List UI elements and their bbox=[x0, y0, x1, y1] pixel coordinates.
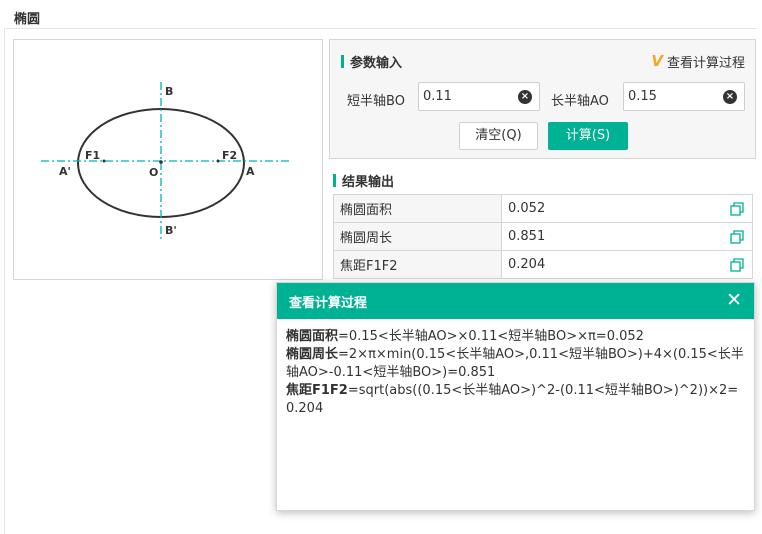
vp-logo-icon: V bbox=[651, 52, 663, 70]
output-section-title: 结果输出 bbox=[342, 175, 395, 190]
result-table: 椭圆面积 0.052 椭圆周长 0.851 焦距F1F2 0.204 bbox=[333, 194, 753, 279]
view-process-label: 查看计算过程 bbox=[666, 56, 745, 71]
process-term: 焦距F1F2 bbox=[286, 383, 348, 398]
page-title: 椭圆 bbox=[14, 12, 41, 27]
long-axis-field: × bbox=[623, 82, 745, 111]
clear-short-axis-icon[interactable]: × bbox=[518, 90, 532, 104]
copy-icon[interactable] bbox=[730, 202, 744, 216]
modal-header: 查看计算过程 ✕ bbox=[277, 283, 754, 319]
short-axis-field: × bbox=[418, 82, 540, 111]
result-value-focal-text: 0.204 bbox=[508, 257, 546, 272]
modal-body: 椭圆面积=0.15<长半轴AO>×0.11<短半轴BO>×π=0.052 椭圆周… bbox=[286, 328, 746, 418]
long-axis-input[interactable] bbox=[624, 83, 720, 110]
clear-long-axis-icon[interactable]: × bbox=[723, 90, 737, 104]
process-line-area: 椭圆面积=0.15<长半轴AO>×0.11<短半轴BO>×π=0.052 bbox=[286, 328, 746, 346]
clear-button[interactable]: 清空(Q) bbox=[459, 122, 538, 150]
result-label-area: 椭圆面积 bbox=[333, 194, 502, 223]
result-value-focal: 0.204 bbox=[501, 250, 753, 279]
label-o: O bbox=[149, 166, 158, 179]
focus-point-f2 bbox=[216, 159, 220, 163]
long-axis-label: 长半轴AO bbox=[551, 94, 609, 109]
label-b: B bbox=[165, 85, 173, 98]
copy-icon[interactable] bbox=[730, 230, 744, 244]
center-point bbox=[159, 160, 163, 164]
short-axis-input[interactable] bbox=[419, 83, 515, 110]
focus-point-f1 bbox=[102, 159, 106, 163]
process-formula: =2×π×min(0.15<长半轴AO>,0.11<短半轴BO>)+4×(0.1… bbox=[286, 347, 744, 380]
table-row: 椭圆面积 0.052 bbox=[333, 194, 753, 223]
close-icon[interactable]: ✕ bbox=[726, 290, 742, 310]
result-label-focal: 焦距F1F2 bbox=[333, 250, 502, 279]
label-f1: F1 bbox=[85, 149, 100, 162]
label-a: A bbox=[246, 165, 255, 178]
input-section-title: 参数输入 bbox=[350, 56, 403, 71]
table-row: 椭圆周长 0.851 bbox=[333, 222, 753, 251]
short-axis-label: 短半轴BO bbox=[347, 94, 405, 109]
modal-title: 查看计算过程 bbox=[289, 296, 368, 311]
output-section-marker bbox=[333, 174, 336, 187]
process-line-focal: 焦距F1F2=sqrt(abs((0.15<长半轴AO>)^2-(0.11<短半… bbox=[286, 382, 746, 418]
calculation-process-modal: 查看计算过程 ✕ 椭圆面积=0.15<长半轴AO>×0.11<短半轴BO>×π=… bbox=[276, 282, 755, 511]
result-value-perimeter: 0.851 bbox=[501, 222, 753, 251]
copy-icon[interactable] bbox=[730, 258, 744, 272]
process-formula: =sqrt(abs((0.15<长半轴AO>)^2-(0.11<短半轴BO>)^… bbox=[286, 383, 739, 416]
result-value-perimeter-text: 0.851 bbox=[508, 229, 546, 244]
title-divider bbox=[6, 28, 756, 29]
label-a-prime: A' bbox=[59, 165, 71, 178]
view-process-link[interactable]: V 查看计算过程 bbox=[651, 52, 745, 72]
process-term: 椭圆面积 bbox=[286, 329, 339, 344]
result-label-perimeter: 椭圆周长 bbox=[333, 222, 502, 251]
parameter-input-panel: 参数输入 V 查看计算过程 短半轴BO × 长半轴AO × 清空(Q) 计算(S… bbox=[329, 39, 756, 159]
process-term: 椭圆周长 bbox=[286, 347, 339, 362]
table-row: 焦距F1F2 0.204 bbox=[333, 250, 753, 279]
label-f2: F2 bbox=[222, 149, 237, 162]
label-b-prime: B' bbox=[165, 224, 177, 237]
process-line-perimeter: 椭圆周长=2×π×min(0.15<长半轴AO>,0.11<短半轴BO>)+4×… bbox=[286, 346, 746, 382]
process-formula: =0.15<长半轴AO>×0.11<短半轴BO>×π=0.052 bbox=[338, 329, 644, 344]
left-divider bbox=[4, 28, 5, 534]
calculate-button[interactable]: 计算(S) bbox=[548, 122, 628, 150]
input-section-marker bbox=[341, 55, 344, 68]
result-value-area: 0.052 bbox=[501, 194, 753, 223]
ellipse-diagram-svg: B B' A' A O F1 F2 bbox=[41, 82, 292, 242]
ellipse-diagram: B B' A' A O F1 F2 bbox=[13, 39, 323, 280]
result-value-area-text: 0.052 bbox=[508, 201, 546, 216]
